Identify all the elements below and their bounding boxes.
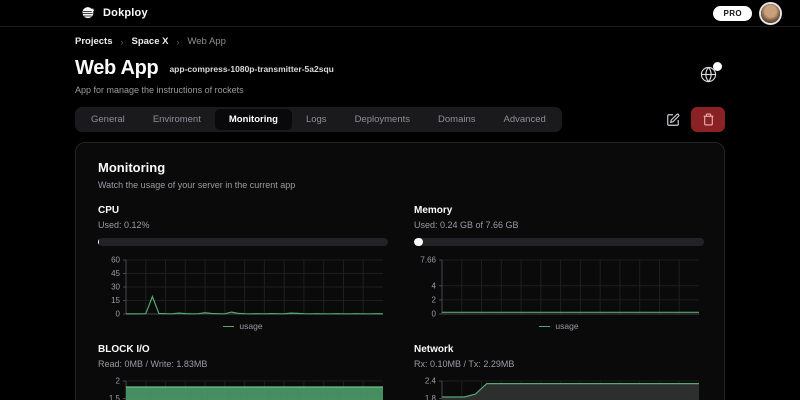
memory-chart-plot: 0 2 4 7.66 xyxy=(414,254,704,318)
cpu-section: CPU Used: 0.12% xyxy=(98,205,388,246)
app-id-badge: app-compress-1080p-transmitter-5a2squ xyxy=(169,63,334,74)
network-label: Network xyxy=(414,344,454,355)
cpu-chart: 0 15 30 45 60 usage xyxy=(98,254,388,331)
memory-label: Memory xyxy=(414,205,453,216)
chevron-right-icon: › xyxy=(120,36,124,47)
svg-text:4: 4 xyxy=(432,281,437,290)
svg-text:15: 15 xyxy=(111,296,120,305)
breadcrumb-item-projects[interactable]: Projects xyxy=(75,36,113,47)
network-section: Network Rx: 0.10MB / Tx: 2.29MB xyxy=(414,344,704,369)
card-title: Monitoring xyxy=(98,160,166,175)
memory-section: Memory Used: 0.24 GB of 7.66 GB xyxy=(414,205,704,246)
svg-text:1.8: 1.8 xyxy=(425,394,437,400)
cpu-progress-track xyxy=(98,238,388,246)
block-io-used-text: Read: 0MB / Write: 1.83MB xyxy=(98,359,208,369)
app-description: App for manage the instructions of rocke… xyxy=(75,85,244,95)
tab-domains[interactable]: Domains xyxy=(424,109,490,130)
delete-button[interactable] xyxy=(691,107,725,132)
breadcrumb-item-space-x[interactable]: Space X xyxy=(132,36,169,47)
metrics-grid: CPU Used: 0.12% Memory Used: 0.24 GB of … xyxy=(98,205,704,400)
network-chart-plot: 00.61.21.82.4 xyxy=(414,375,704,400)
header-actions xyxy=(666,107,725,132)
cpu-chart-legend: usage xyxy=(98,321,388,331)
memory-progress-fill xyxy=(414,238,423,246)
card-subtitle: Watch the usage of your server in the cu… xyxy=(98,180,296,190)
legend-label: usage xyxy=(555,321,579,331)
pencil-icon xyxy=(666,113,680,127)
brand-group[interactable]: Dokploy xyxy=(80,5,148,21)
tab-logs[interactable]: Logs xyxy=(292,109,341,130)
dokploy-logo-icon xyxy=(80,5,96,21)
tab-list: General Enviroment Monitoring Logs Deploymen… xyxy=(75,107,562,132)
tab-deployments[interactable]: Deployments xyxy=(341,109,424,130)
cpu-used-text: Used: 0.12% xyxy=(98,220,150,230)
memory-chart: 0 2 4 7.66 usage xyxy=(414,254,704,331)
tab-advanced[interactable]: Advanced xyxy=(490,109,560,130)
monitoring-card: Monitoring Watch the usage of your serve… xyxy=(75,142,725,400)
brand-name: Dokploy xyxy=(103,7,148,19)
svg-text:2.4: 2.4 xyxy=(425,377,437,386)
svg-text:2: 2 xyxy=(432,296,437,305)
block-io-chart-plot: 00.511.52 xyxy=(98,375,388,400)
breadcrumb-item-web-app: Web App xyxy=(187,36,226,47)
block-io-chart: 00.511.52 usage xyxy=(98,375,388,400)
svg-text:0: 0 xyxy=(116,310,121,318)
cpu-chart-plot: 0 15 30 45 60 xyxy=(98,254,388,318)
network-used-text: Rx: 0.10MB / Tx: 2.29MB xyxy=(414,359,515,369)
page-header: Web App app-compress-1080p-transmitter-5… xyxy=(75,57,725,95)
user-avatar[interactable] xyxy=(761,3,780,23)
page-title: Web App xyxy=(75,57,159,79)
trash-icon xyxy=(702,113,715,126)
page-container: Projects › Space X › Web App Web App app-com… xyxy=(75,36,725,400)
memory-progress-track xyxy=(414,238,704,246)
svg-text:30: 30 xyxy=(111,283,120,292)
legend-label: usage xyxy=(239,321,263,331)
tab-monitoring[interactable]: Monitoring xyxy=(214,109,292,130)
tab-general[interactable]: General xyxy=(77,109,139,130)
legend-line-icon xyxy=(223,325,235,327)
svg-text:1.5: 1.5 xyxy=(109,394,121,400)
memory-used-text: Used: 0.24 GB of 7.66 GB xyxy=(414,220,519,230)
tab-enviroment[interactable]: Enviroment xyxy=(139,109,215,130)
svg-text:7.66: 7.66 xyxy=(420,256,436,265)
tabs-row: General Enviroment Monitoring Logs Deploymen… xyxy=(75,107,725,132)
svg-text:2: 2 xyxy=(116,377,121,386)
status-dot xyxy=(713,62,722,71)
network-chart: 00.61.21.82.4 usage xyxy=(414,375,704,400)
memory-chart-legend: usage xyxy=(414,321,704,331)
globe-icon[interactable] xyxy=(700,62,722,83)
svg-text:45: 45 xyxy=(111,269,120,278)
chevron-right-icon: › xyxy=(176,36,180,47)
edit-button[interactable] xyxy=(666,113,680,127)
cpu-label: CPU xyxy=(98,205,120,216)
svg-text:0: 0 xyxy=(432,310,437,318)
pro-badge: PRO xyxy=(713,5,752,21)
navbar-right: PRO xyxy=(713,3,780,23)
breadcrumb: Projects › Space X › Web App xyxy=(75,36,725,47)
block-io-section: BLOCK I/O Read: 0MB / Write: 1.83MB xyxy=(98,344,388,369)
svg-text:60: 60 xyxy=(111,256,120,265)
block-io-label: BLOCK I/O xyxy=(98,344,150,355)
top-navbar: Dokploy PRO xyxy=(0,0,800,27)
legend-line-icon xyxy=(539,325,551,327)
